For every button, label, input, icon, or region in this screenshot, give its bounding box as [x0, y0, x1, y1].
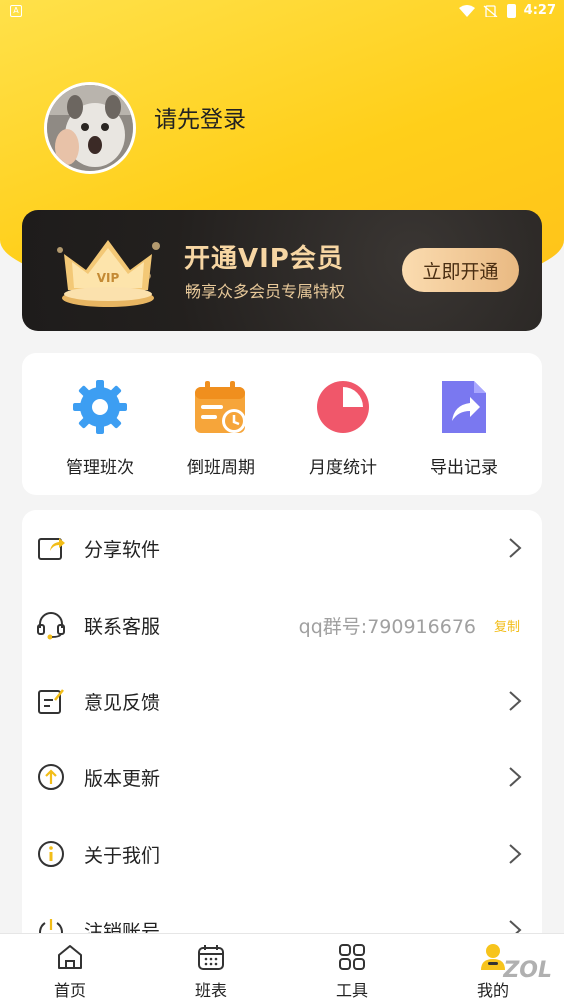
- nav-label: 工具: [335, 981, 368, 1000]
- vip-title: 开通VIP会员: [184, 244, 344, 274]
- tool-manage-shifts[interactable]: 管理班次: [40, 377, 160, 478]
- tool-label: 倒班周期: [187, 458, 255, 478]
- chevron-right-icon: [509, 767, 522, 787]
- nav-home[interactable]: 首页: [30, 942, 110, 1001]
- menu-label: 分享软件: [84, 538, 161, 561]
- login-prompt[interactable]: 请先登录: [154, 100, 246, 134]
- open-vip-button[interactable]: 立即开通: [402, 248, 519, 292]
- profile-section[interactable]: 请先登录: [44, 82, 246, 174]
- menu-label: 版本更新: [84, 767, 161, 790]
- tool-shift-cycle[interactable]: 倒班周期: [161, 377, 281, 478]
- vip-subtitle: 畅享众多会员专属特权: [185, 282, 346, 301]
- menu-about-us[interactable]: 关于我们: [22, 816, 542, 892]
- battery-icon: [506, 3, 516, 18]
- avatar[interactable]: [44, 82, 136, 174]
- menu-feedback[interactable]: 意见反馈: [22, 663, 542, 739]
- menu-label: 关于我们: [84, 844, 161, 867]
- tool-label: 管理班次: [66, 458, 134, 478]
- info-icon: [38, 841, 64, 867]
- menu-share[interactable]: 分享软件: [22, 510, 542, 586]
- nav-schedule[interactable]: 班表: [171, 942, 251, 1001]
- nav-tools[interactable]: 工具: [312, 942, 392, 1001]
- home-icon: [58, 945, 82, 969]
- cat-photo: [47, 85, 133, 171]
- tools-panel: 管理班次 倒班周期 月度统计 导出记录: [22, 353, 542, 495]
- nav-label: 首页: [53, 981, 86, 1000]
- menu-label: 意见反馈: [84, 691, 161, 714]
- upload-arrow-icon: [38, 764, 64, 790]
- menu-version-update[interactable]: 版本更新: [22, 739, 542, 815]
- chevron-right-icon: [509, 691, 522, 711]
- pie-chart-icon: [317, 381, 369, 433]
- calendar-clock-icon: [195, 381, 246, 433]
- status-time: 4:27: [523, 3, 556, 18]
- headset-icon: [37, 612, 65, 640]
- feedback-icon: [38, 689, 64, 714]
- tool-export-records[interactable]: 导出记录: [404, 377, 524, 478]
- notification-a-icon: A: [10, 5, 22, 17]
- settings-menu: 分享软件 联系客服 qq群号:790916676 复制 意见反馈 版本更新 关于…: [22, 510, 542, 950]
- chevron-right-icon: [509, 844, 522, 864]
- tool-label: 导出记录: [430, 458, 498, 478]
- tool-monthly-stats[interactable]: 月度统计: [283, 377, 403, 478]
- export-file-icon: [442, 381, 486, 433]
- no-sim-icon: [483, 4, 498, 17]
- bottom-navigation: 首页 班表 工具 我的: [0, 933, 564, 1002]
- qq-group-number: qq群号:790916676: [298, 615, 476, 638]
- menu-label: 联系客服: [84, 615, 161, 638]
- tool-label: 月度统计: [309, 458, 377, 478]
- wifi-icon: [458, 4, 475, 17]
- gear-icon: [73, 380, 127, 434]
- menu-customer-service[interactable]: 联系客服 qq群号:790916676 复制: [22, 587, 542, 663]
- vip-badge-text: VIP: [97, 271, 120, 285]
- share-icon: [38, 538, 65, 560]
- status-bar: A 4:27: [0, 0, 564, 24]
- grid-icon: [339, 944, 365, 970]
- nav-label: 班表: [194, 981, 227, 1000]
- chevron-right-icon: [509, 538, 522, 558]
- copy-button[interactable]: 复制: [494, 616, 520, 635]
- watermark: ZOL: [503, 958, 552, 983]
- crown-icon: VIP: [57, 240, 160, 307]
- vip-banner[interactable]: VIP 开通VIP会员 畅享众多会员专属特权 立即开通: [22, 210, 542, 331]
- calendar-icon: [198, 945, 224, 970]
